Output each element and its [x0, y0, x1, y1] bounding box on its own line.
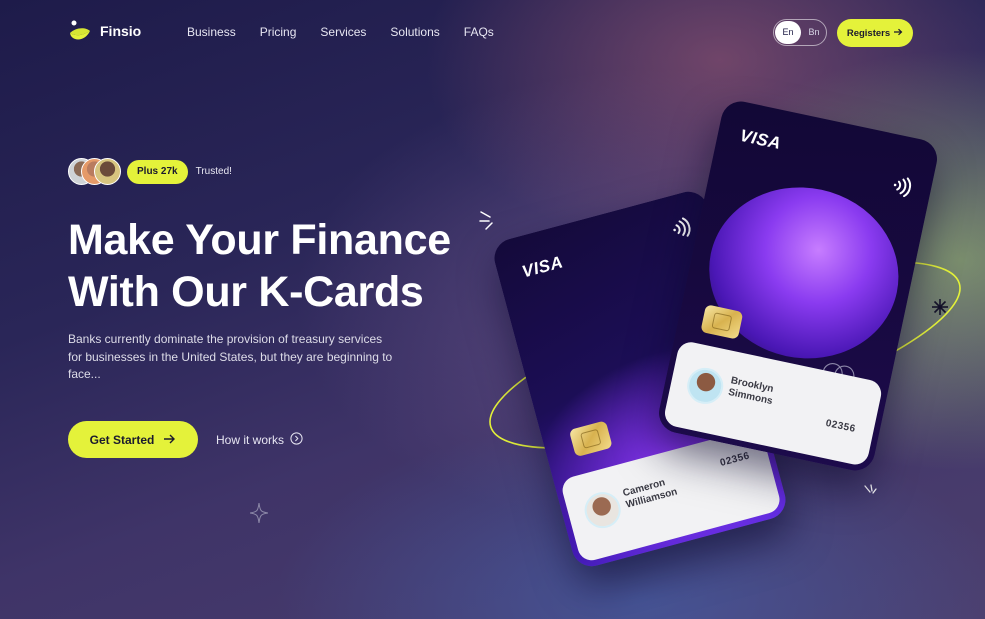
burst-lines-icon: [862, 483, 880, 506]
avatar: [683, 364, 727, 408]
contactless-icon: [890, 175, 913, 203]
circle-chevron-right-icon: [290, 432, 303, 448]
brand-name: Finsio: [100, 23, 142, 39]
card-holder-name: Brooklyn Simmons: [727, 375, 820, 417]
top-navigation: Finsio Business Pricing Services Solutio…: [0, 0, 985, 68]
lang-option-en[interactable]: En: [775, 21, 801, 44]
card-chip: [568, 420, 613, 458]
crescent-dot-logo-icon: [68, 19, 92, 43]
nav-link-solutions[interactable]: Solutions: [390, 25, 439, 39]
hero-title-line-2: With Our K-Cards: [68, 268, 424, 316]
how-it-works-label: How it works: [216, 433, 285, 447]
hero-description: Banks currently dominate the provision o…: [68, 332, 393, 381]
nav-link-services[interactable]: Services: [320, 25, 366, 39]
trusted-count-badge: Plus 27k: [127, 159, 188, 184]
how-it-works-link[interactable]: How it works: [216, 432, 303, 448]
sparkle-icon: [249, 502, 269, 528]
hero-title-line-1: Make Your Finance: [68, 216, 451, 264]
arrow-right-icon: [164, 433, 176, 447]
card-glow: [693, 170, 915, 376]
avatar: [94, 158, 121, 185]
get-started-button[interactable]: Get Started: [68, 421, 198, 458]
avatar: [580, 488, 625, 533]
nav-links: Business Pricing Services Solutions FAQs: [187, 25, 518, 39]
lang-option-bn[interactable]: Bn: [802, 21, 826, 44]
avatar-group: [68, 158, 121, 185]
card-number: 02356: [824, 417, 857, 435]
trusted-label: Trusted!: [195, 166, 232, 177]
card-number: 02356: [718, 450, 752, 469]
card-holder-name: Cameron Williamson: [622, 465, 715, 511]
language-toggle[interactable]: En Bn: [773, 19, 827, 46]
get-started-label: Get Started: [89, 432, 155, 447]
arrow-right-icon: [894, 28, 903, 39]
contactless-icon: [670, 216, 694, 245]
card-brand: VISA: [738, 125, 783, 154]
logo[interactable]: Finsio: [68, 19, 141, 43]
nav-link-business[interactable]: Business: [187, 25, 236, 39]
hero-title: Make Your Finance With Our K-Cards: [68, 214, 488, 318]
card-brand: VISA: [519, 252, 566, 282]
register-button-label: Registers: [846, 27, 891, 39]
register-button[interactable]: Registers: [837, 19, 913, 47]
trusted-row: Plus 27k Trusted!: [68, 158, 232, 185]
nav-link-pricing[interactable]: Pricing: [260, 25, 297, 39]
nav-link-faqs[interactable]: FAQs: [464, 25, 494, 39]
